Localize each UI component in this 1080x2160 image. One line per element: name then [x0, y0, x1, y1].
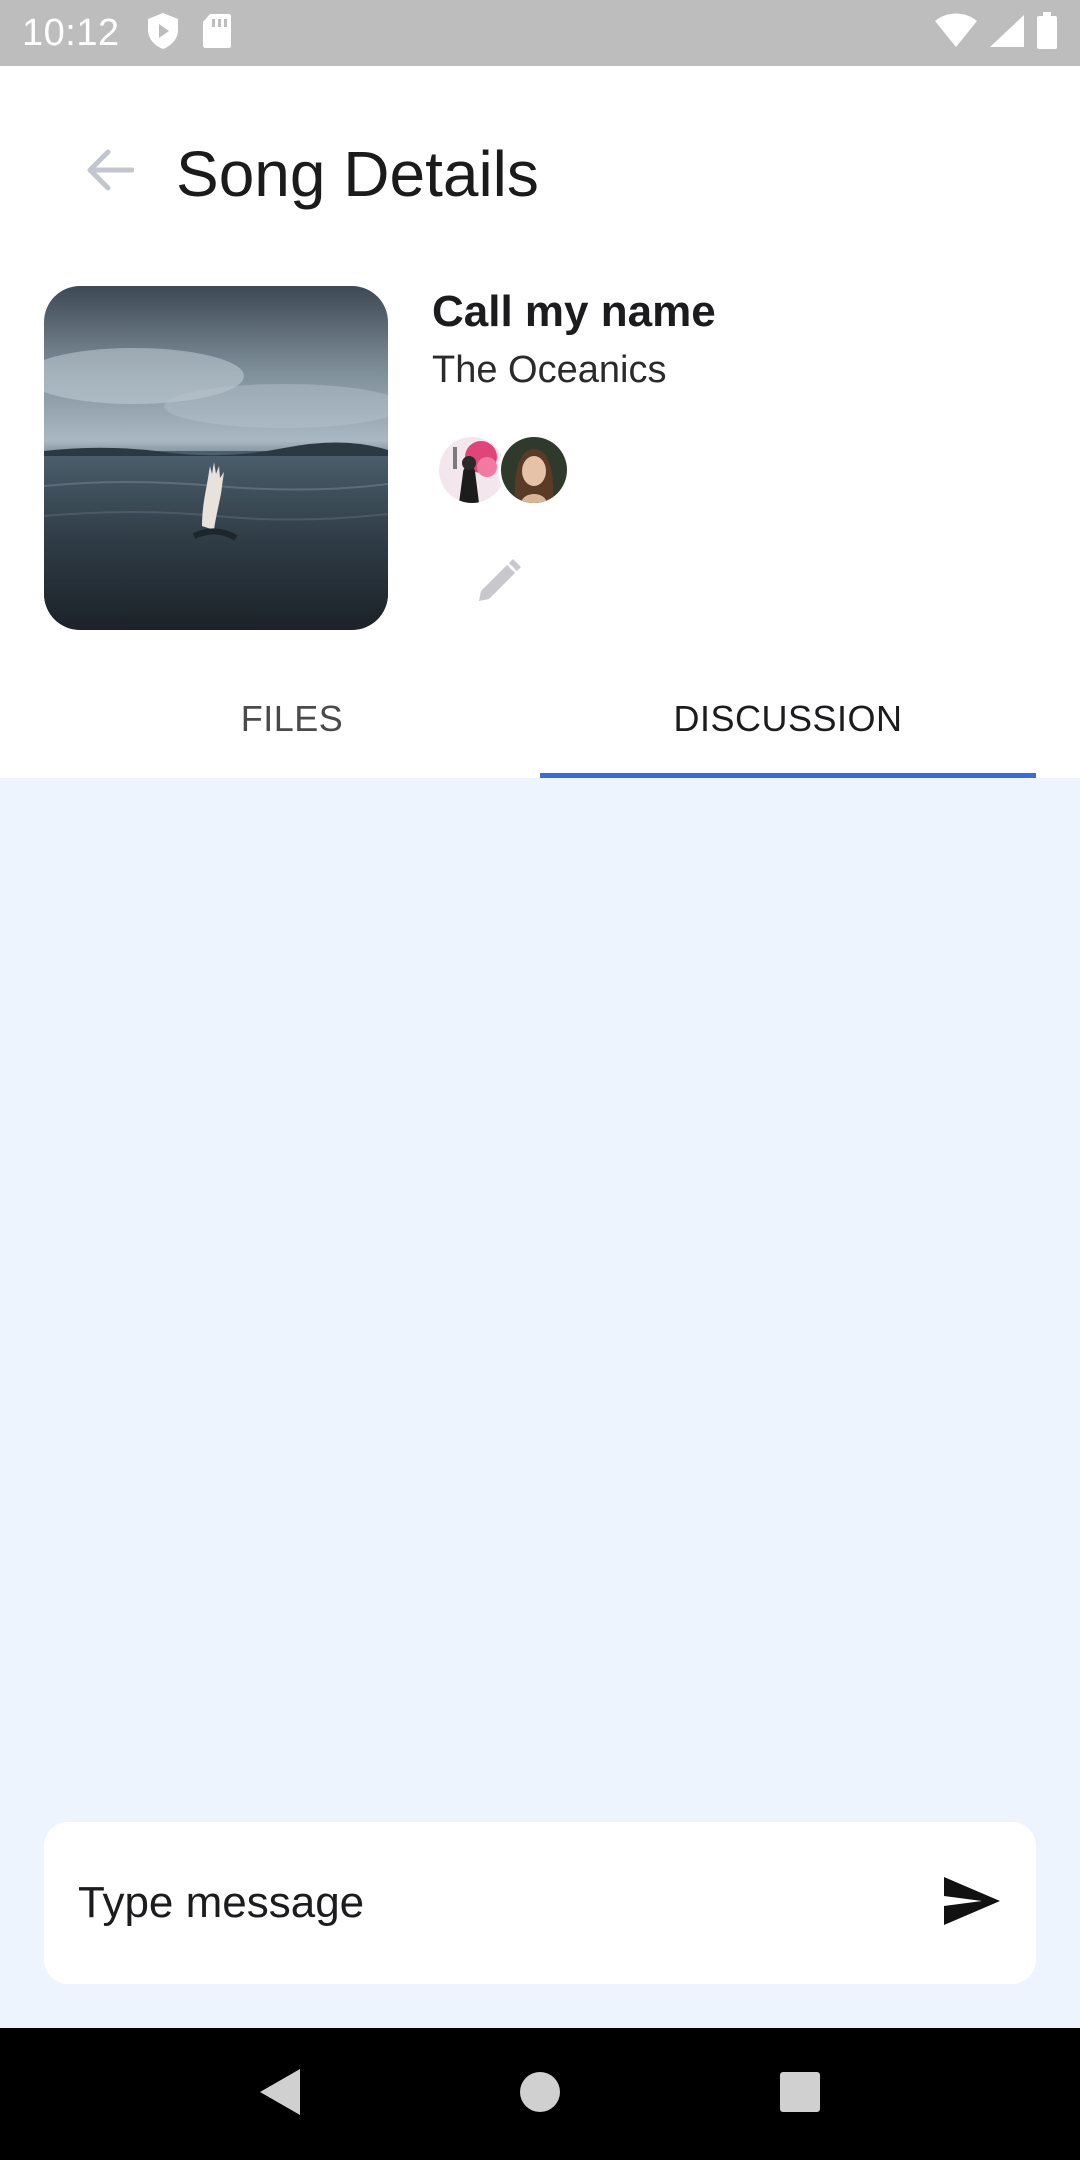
- cell-signal-icon: [988, 13, 1026, 54]
- circle-home-icon: [518, 2070, 562, 2119]
- status-bar: 10:12: [0, 0, 1080, 66]
- square-recents-icon: [779, 2071, 821, 2118]
- song-cover-image: [44, 286, 388, 630]
- tab-label: FILES: [240, 698, 344, 739]
- nav-back-button[interactable]: [240, 2054, 320, 2134]
- song-artist: The Oceanics: [432, 349, 667, 391]
- send-icon: [942, 1875, 1002, 1932]
- sd-card-icon: [202, 13, 232, 54]
- tab-files[interactable]: FILES: [44, 660, 540, 778]
- message-composer: [44, 1822, 1036, 1984]
- status-time: 10:12: [22, 11, 120, 54]
- pencil-icon: [475, 558, 521, 610]
- edit-button[interactable]: [466, 552, 530, 616]
- back-button[interactable]: [78, 140, 142, 204]
- battery-icon: [1036, 11, 1058, 55]
- triangle-back-icon: [258, 2067, 302, 2122]
- send-button[interactable]: [922, 1863, 1002, 1943]
- tab-discussion[interactable]: DISCUSSION: [540, 660, 1036, 778]
- system-nav-bar: [0, 2028, 1080, 2160]
- wifi-icon: [934, 13, 978, 54]
- message-input[interactable]: [78, 1878, 922, 1928]
- app-header: [0, 66, 1080, 286]
- shield-icon: [146, 12, 180, 55]
- arrow-left-icon: [86, 148, 135, 197]
- tab-label: DISCUSSION: [673, 698, 903, 739]
- collaborator-avatars[interactable]: [436, 434, 586, 506]
- nav-home-button[interactable]: [500, 2054, 580, 2134]
- page-title: Song Details: [176, 138, 539, 210]
- song-title: Call my name: [432, 287, 716, 336]
- nav-recents-button[interactable]: [760, 2054, 840, 2134]
- tab-bar: FILES DISCUSSION: [44, 660, 1036, 778]
- avatar[interactable]: [498, 434, 570, 506]
